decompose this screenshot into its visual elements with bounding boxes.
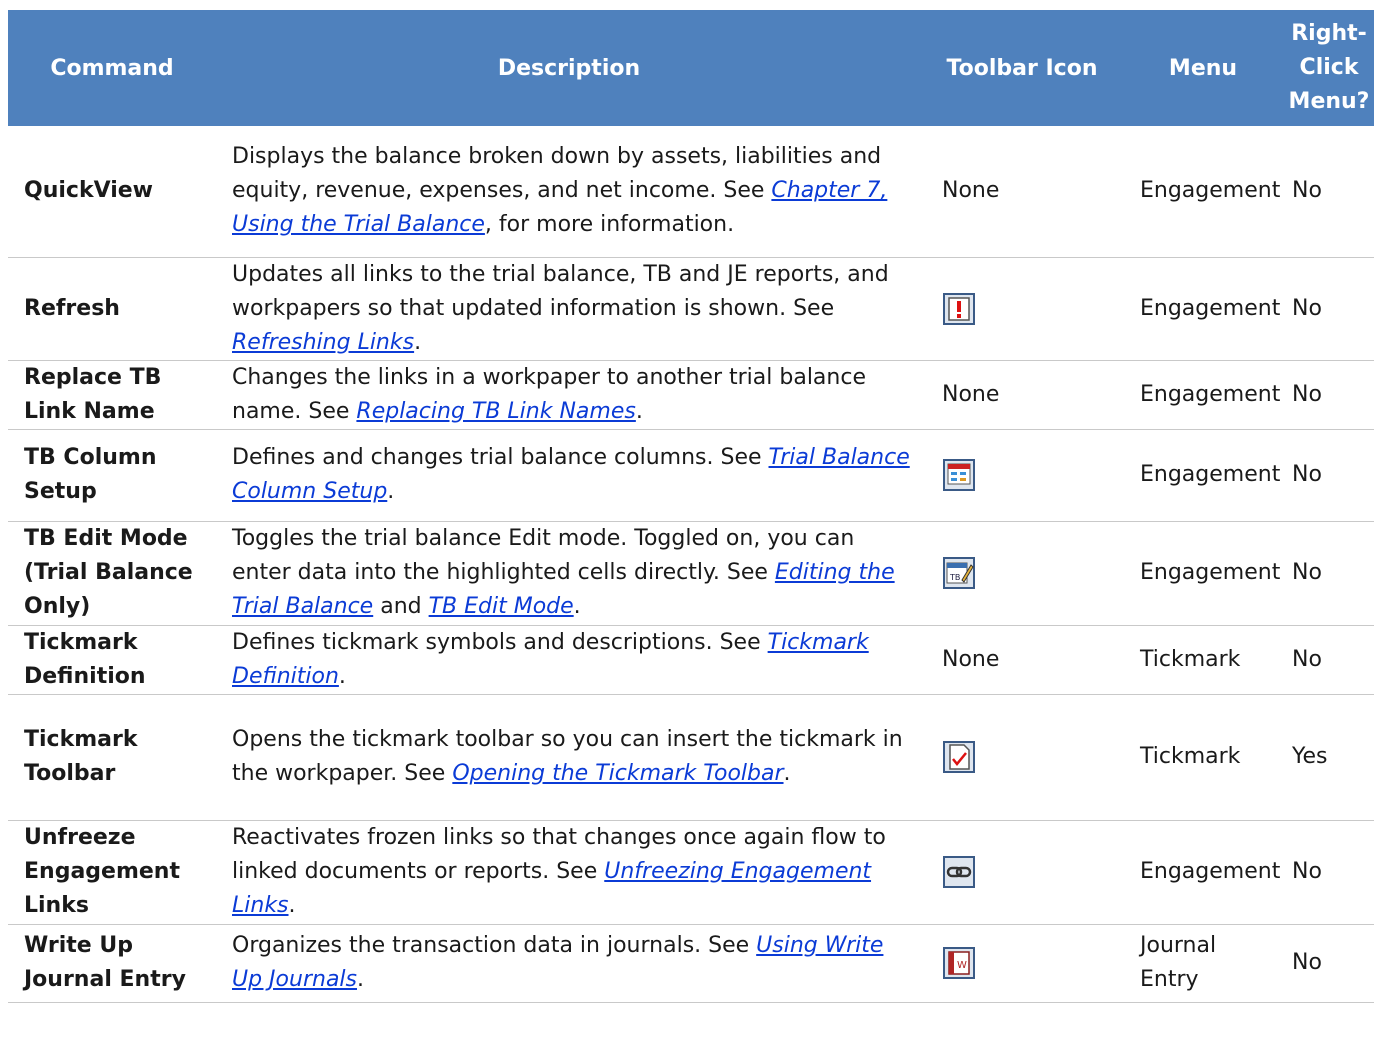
description-text: . <box>635 398 643 424</box>
right-click-value: No <box>1284 126 1374 258</box>
toolbar-icon-cell: W <box>922 924 1122 1003</box>
description-text: . <box>573 594 581 619</box>
description-text: . <box>357 967 364 992</box>
toolbar-icon-cell: None <box>922 360 1122 430</box>
unfreeze-links-icon <box>942 855 976 889</box>
journal-entry-icon: W <box>942 946 976 980</box>
toolbar-icon-cell <box>922 694 1122 821</box>
menu-name: Engagement <box>1122 126 1284 258</box>
description-text: . <box>288 893 296 918</box>
description-text: . <box>338 663 346 689</box>
description-link[interactable]: TB Edit Mode <box>429 594 574 619</box>
menu-name: Engagement <box>1122 429 1284 522</box>
description-text: . <box>387 479 395 504</box>
right-click-value: No <box>1284 360 1374 430</box>
command-name: Replace TB Link Name <box>8 360 216 430</box>
command-description: Reactivates frozen links so that changes… <box>216 820 922 925</box>
description-text: and <box>373 594 429 619</box>
table-row: Write Up Journal Entry Organizes the tran… <box>8 924 1374 1003</box>
header-toolbar-icon: Toolbar Icon <box>922 10 1122 126</box>
header-row: Command Description Toolbar Icon Menu Ri… <box>8 10 1374 126</box>
tickmark-toolbar-icon <box>942 740 976 774</box>
table-row: Tickmark Toolbar Opens the tickmark toolb… <box>8 694 1374 821</box>
table-row: Replace TB Link Name Changes the links in… <box>8 360 1374 430</box>
description-text: . <box>414 329 422 355</box>
toolbar-icon-cell: None <box>922 126 1122 258</box>
header-right-click: Right-Click Menu? <box>1284 10 1374 126</box>
tb-edit-mode-icon: TB <box>942 556 976 590</box>
command-name: QuickView <box>8 126 216 258</box>
command-description: Toggles the trial balance Edit mode. Tog… <box>216 521 922 626</box>
right-click-value: No <box>1284 820 1374 925</box>
header-description: Description <box>216 10 922 126</box>
description-text: Organizes the transaction data in journa… <box>232 933 757 958</box>
menu-name: Engagement <box>1122 820 1284 925</box>
table-row: QuickView Displays the balance broken dow… <box>8 126 1374 258</box>
command-name: Tickmark Definition <box>8 625 216 695</box>
command-description: Opens the tickmark toolbar so you can in… <box>216 694 922 821</box>
menu-name: Tickmark <box>1122 625 1284 695</box>
right-click-value: Yes <box>1284 694 1374 821</box>
command-description: Organizes the transaction data in journa… <box>216 924 922 1003</box>
description-text: . <box>783 761 791 786</box>
toolbar-icon-cell: None <box>922 625 1122 695</box>
description-link[interactable]: Replacing TB Link Names <box>356 399 635 424</box>
right-click-value: No <box>1284 521 1374 626</box>
right-click-value: No <box>1284 625 1374 695</box>
right-click-value: No <box>1284 429 1374 522</box>
menu-name: Tickmark <box>1122 694 1284 821</box>
header-command: Command <box>8 10 216 126</box>
svg-text:W: W <box>957 960 967 971</box>
refresh-icon <box>942 292 976 326</box>
toolbar-icon-cell <box>922 429 1122 522</box>
toolbar-icon-text: None <box>942 178 1000 204</box>
table-row: Refresh Updates all links to the trial ba… <box>8 257 1374 361</box>
description-link[interactable]: Opening the Tickmark Toolbar <box>452 761 783 786</box>
menu-name: Engagement <box>1122 257 1284 361</box>
right-click-value: No <box>1284 924 1374 1003</box>
description-link[interactable]: Refreshing Links <box>232 330 414 355</box>
description-text: Defines tickmark symbols and description… <box>232 629 768 655</box>
svg-text:TB: TB <box>949 573 960 582</box>
command-name: TB Column Setup <box>8 429 216 522</box>
toolbar-icon-cell <box>922 257 1122 361</box>
menu-name: Engagement <box>1122 521 1284 626</box>
command-name: Tickmark Toolbar <box>8 694 216 821</box>
table-row: Unfreeze Engagement Links Reactivates fro… <box>8 820 1374 925</box>
command-description: Defines tickmark symbols and description… <box>216 625 922 695</box>
description-text: Updates all links to the trial balance, … <box>232 261 889 321</box>
toolbar-icon-text: None <box>942 646 1000 672</box>
command-name: Unfreeze Engagement Links <box>8 820 216 925</box>
description-text: , for more information. <box>484 212 735 238</box>
command-description: Displays the balance broken down by asse… <box>216 126 922 258</box>
menu-name: Engagement <box>1122 360 1284 430</box>
table-row: Tickmark Definition Defines tickmark symb… <box>8 625 1374 695</box>
header-menu: Menu <box>1122 10 1284 126</box>
command-name: Refresh <box>8 257 216 361</box>
command-description: Changes the links in a workpaper to anot… <box>216 360 922 430</box>
tb-column-setup-icon <box>942 458 976 492</box>
command-name: Write Up Journal Entry <box>8 924 216 1003</box>
command-name: TB Edit Mode (Trial Balance Only) <box>8 521 216 626</box>
table-row: TB Edit Mode (Trial Balance Only) Toggles… <box>8 521 1374 626</box>
command-description: Defines and changes trial balance column… <box>216 429 922 522</box>
command-description: Updates all links to the trial balance, … <box>216 257 922 361</box>
table-row: TB Column Setup Defines and changes trial… <box>8 429 1374 522</box>
right-click-value: No <box>1284 257 1374 361</box>
commands-table: Command Description Toolbar Icon Menu Ri… <box>8 10 1374 1003</box>
description-text: Toggles the trial balance Edit mode. Tog… <box>232 526 855 585</box>
toolbar-icon-cell <box>922 820 1122 925</box>
menu-name: Journal Entry <box>1122 924 1284 1003</box>
toolbar-icon-text: None <box>942 381 1000 407</box>
description-text: Defines and changes trial balance column… <box>232 445 769 470</box>
toolbar-icon-cell: TB <box>922 521 1122 626</box>
